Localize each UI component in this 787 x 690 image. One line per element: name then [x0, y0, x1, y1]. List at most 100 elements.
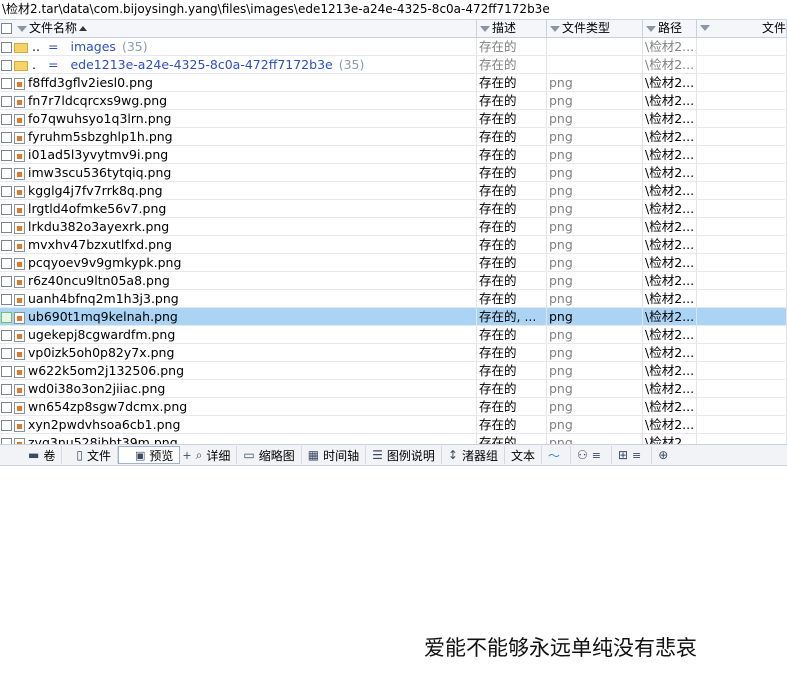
row-checkbox[interactable] [1, 258, 12, 269]
column-header-desc[interactable]: 描述 [477, 20, 547, 37]
file-row[interactable]: xyn2pwdvhsoa6cb1.png 存在的 png \检材2... [0, 416, 787, 434]
search-view-button[interactable]: ⚇ ≡ [571, 446, 612, 464]
file-row[interactable]: vp0izk5oh0p82y7x.png 存在的 png \检材2... [0, 344, 787, 362]
file-name-cell[interactable]: wd0i38o3on2jiiac.png [0, 380, 477, 397]
file-name-cell[interactable]: fyruhm5sbzghlp1h.png [0, 128, 477, 145]
file-name-cell[interactable]: wn654zp8sgw7dcmx.png [0, 398, 477, 415]
row-checkbox[interactable] [1, 366, 12, 377]
tab-file[interactable]: ▯ 文件 [62, 446, 118, 464]
row-checkbox[interactable] [1, 420, 12, 431]
file-name-cell[interactable]: vp0izk5oh0p82y7x.png [0, 344, 477, 361]
folder-count: (35) [121, 39, 148, 54]
tab-legend[interactable]: ☰ 图例说明 [366, 446, 442, 464]
column-header-name[interactable]: 文件名称 [0, 20, 477, 37]
file-name-cell[interactable]: xyn2pwdvhsoa6cb1.png [0, 416, 477, 433]
folder-name-cell[interactable]: . = ede1213e-a24e-4325-8c0a-472ff7172b3e (3… [0, 56, 477, 73]
file-name-cell[interactable]: i01ad5l3yvytmv9i.png [0, 146, 477, 163]
tab-preview[interactable]: ▣ 预览 [117, 446, 181, 464]
file-row[interactable]: ub690t1mq9kelnah.png 存在的, ... png \检材2... [0, 308, 787, 326]
file-name-cell[interactable]: fn7r7ldcqrcxs9wg.png [0, 92, 477, 109]
filter-icon[interactable] [17, 25, 27, 32]
row-checkbox[interactable] [1, 312, 12, 323]
file-row[interactable]: fyruhm5sbzghlp1h.png 存在的 png \检材2... [0, 128, 787, 146]
row-checkbox[interactable] [1, 78, 12, 89]
row-checkbox[interactable] [1, 114, 12, 125]
row-checkbox[interactable] [1, 132, 12, 143]
png-file-icon [14, 329, 25, 342]
row-checkbox[interactable] [1, 204, 12, 215]
file-name-cell[interactable]: lrkdu382o3ayexrk.png [0, 218, 477, 235]
file-name-cell[interactable]: uanh4bfnq2m1h3j3.png [0, 290, 477, 307]
file-row[interactable]: lrgtld4ofmke56v7.png 存在的 png \检材2... [0, 200, 787, 218]
row-checkbox[interactable] [1, 294, 12, 305]
target-view-button[interactable]: ⊕ [652, 446, 678, 464]
file-name-cell[interactable]: kgglg4j7fv7rrk8q.png [0, 182, 477, 199]
tab-viewer-group[interactable]: ↕ 渚器组 [442, 446, 505, 464]
filter-icon[interactable] [550, 25, 560, 32]
tab-timeline[interactable]: ▦ 时间轴 [302, 446, 367, 464]
filter-icon[interactable] [480, 25, 490, 32]
file-row[interactable]: w622k5om2j132506.png 存在的 png \检材2... [0, 362, 787, 380]
file-row[interactable]: wd0i38o3on2jiiac.png 存在的 png \检材2... [0, 380, 787, 398]
row-checkbox[interactable] [1, 150, 12, 161]
tab-detail[interactable]: + ⌕ 详细 [180, 446, 238, 464]
desc-cell: 存在的 [477, 164, 547, 181]
folder-row[interactable]: .. = images (35) 存在的 \检材2... [0, 38, 787, 56]
select-all-checkbox[interactable] [1, 23, 12, 34]
hex-view-button[interactable]: 〜 [542, 446, 571, 464]
png-file-icon [14, 221, 25, 234]
file-name: fyruhm5sbzghlp1h.png [28, 129, 173, 144]
file-row[interactable]: fo7qwuhsyo1q3lrn.png 存在的 png \检材2... [0, 110, 787, 128]
file-name-cell[interactable]: pcqyoev9v9gmkypk.png [0, 254, 477, 271]
column-header-path[interactable]: 路径 [643, 20, 697, 37]
file-name-cell[interactable]: r6z40ncu9ltn05a8.png [0, 272, 477, 289]
row-checkbox[interactable] [1, 276, 12, 287]
file-name-cell[interactable]: imw3scu536tytqiq.png [0, 164, 477, 181]
column-header-extra[interactable]: 文件 [697, 20, 787, 37]
folder-eq: = [48, 57, 59, 72]
file-row[interactable]: ugekepj8cgwardfm.png 存在的 png \检材2... [0, 326, 787, 344]
tab-text[interactable]: 文本 [505, 446, 542, 464]
row-checkbox[interactable] [1, 168, 12, 179]
row-checkbox[interactable] [1, 96, 12, 107]
file-row[interactable]: wn654zp8sgw7dcmx.png 存在的 png \检材2... [0, 398, 787, 416]
file-name-cell[interactable]: mvxhv47bzxutlfxd.png [0, 236, 477, 253]
row-checkbox[interactable] [1, 330, 12, 341]
properties-view-button[interactable]: ⊞ ≡ [612, 446, 653, 464]
column-header-type[interactable]: 文件类型 [547, 20, 643, 37]
file-row[interactable]: r6z40ncu9ltn05a8.png 存在的 png \检材2... [0, 272, 787, 290]
type-cell: png [547, 182, 643, 199]
filter-icon[interactable] [646, 25, 656, 32]
file-name: i01ad5l3yvytmv9i.png [28, 147, 169, 162]
file-row[interactable]: kgglg4j7fv7rrk8q.png 存在的 png \检材2... [0, 182, 787, 200]
file-name-cell[interactable]: ugekepj8cgwardfm.png [0, 326, 477, 343]
row-checkbox[interactable] [1, 42, 12, 53]
row-checkbox[interactable] [1, 348, 12, 359]
tab-thumbnail[interactable]: ▭ 缩略图 [237, 446, 302, 464]
desc-cell: 存在的, ... [477, 308, 547, 325]
row-checkbox[interactable] [1, 60, 12, 71]
file-row[interactable]: f8ffd3gflv2iesl0.png 存在的 png \检材2... [0, 74, 787, 92]
file-name-cell[interactable]: f8ffd3gflv2iesl0.png [0, 74, 477, 91]
folder-name-cell[interactable]: .. = images (35) [0, 38, 477, 55]
file-row[interactable]: uanh4bfnq2m1h3j3.png 存在的 png \检材2... [0, 290, 787, 308]
file-name-cell[interactable]: lrgtld4ofmke56v7.png [0, 200, 477, 217]
file-row[interactable]: imw3scu536tytqiq.png 存在的 png \检材2... [0, 164, 787, 182]
tab-volume[interactable]: ▬ 卷 [0, 446, 63, 464]
row-checkbox[interactable] [1, 186, 12, 197]
file-name-cell[interactable]: ub690t1mq9kelnah.png [0, 308, 477, 325]
folder-row[interactable]: . = ede1213e-a24e-4325-8c0a-472ff7172b3e (3… [0, 56, 787, 74]
file-row[interactable]: mvxhv47bzxutlfxd.png 存在的 png \检材2... [0, 236, 787, 254]
file-name-cell[interactable]: fo7qwuhsyo1q3lrn.png [0, 110, 477, 127]
file-row[interactable]: i01ad5l3yvytmv9i.png 存在的 png \检材2... [0, 146, 787, 164]
file-row[interactable]: lrkdu382o3ayexrk.png 存在的 png \检材2... [0, 218, 787, 236]
row-checkbox[interactable] [1, 240, 12, 251]
filter-icon[interactable] [700, 25, 710, 31]
file-name-cell[interactable]: w622k5om2j132506.png [0, 362, 477, 379]
row-checkbox[interactable] [1, 222, 12, 233]
row-checkbox[interactable] [1, 384, 12, 395]
row-checkbox[interactable] [1, 402, 12, 413]
file-row[interactable]: fn7r7ldcqrcxs9wg.png 存在的 png \检材2... [0, 92, 787, 110]
file-row[interactable]: pcqyoev9v9gmkypk.png 存在的 png \检材2... [0, 254, 787, 272]
png-file-icon [14, 149, 25, 162]
